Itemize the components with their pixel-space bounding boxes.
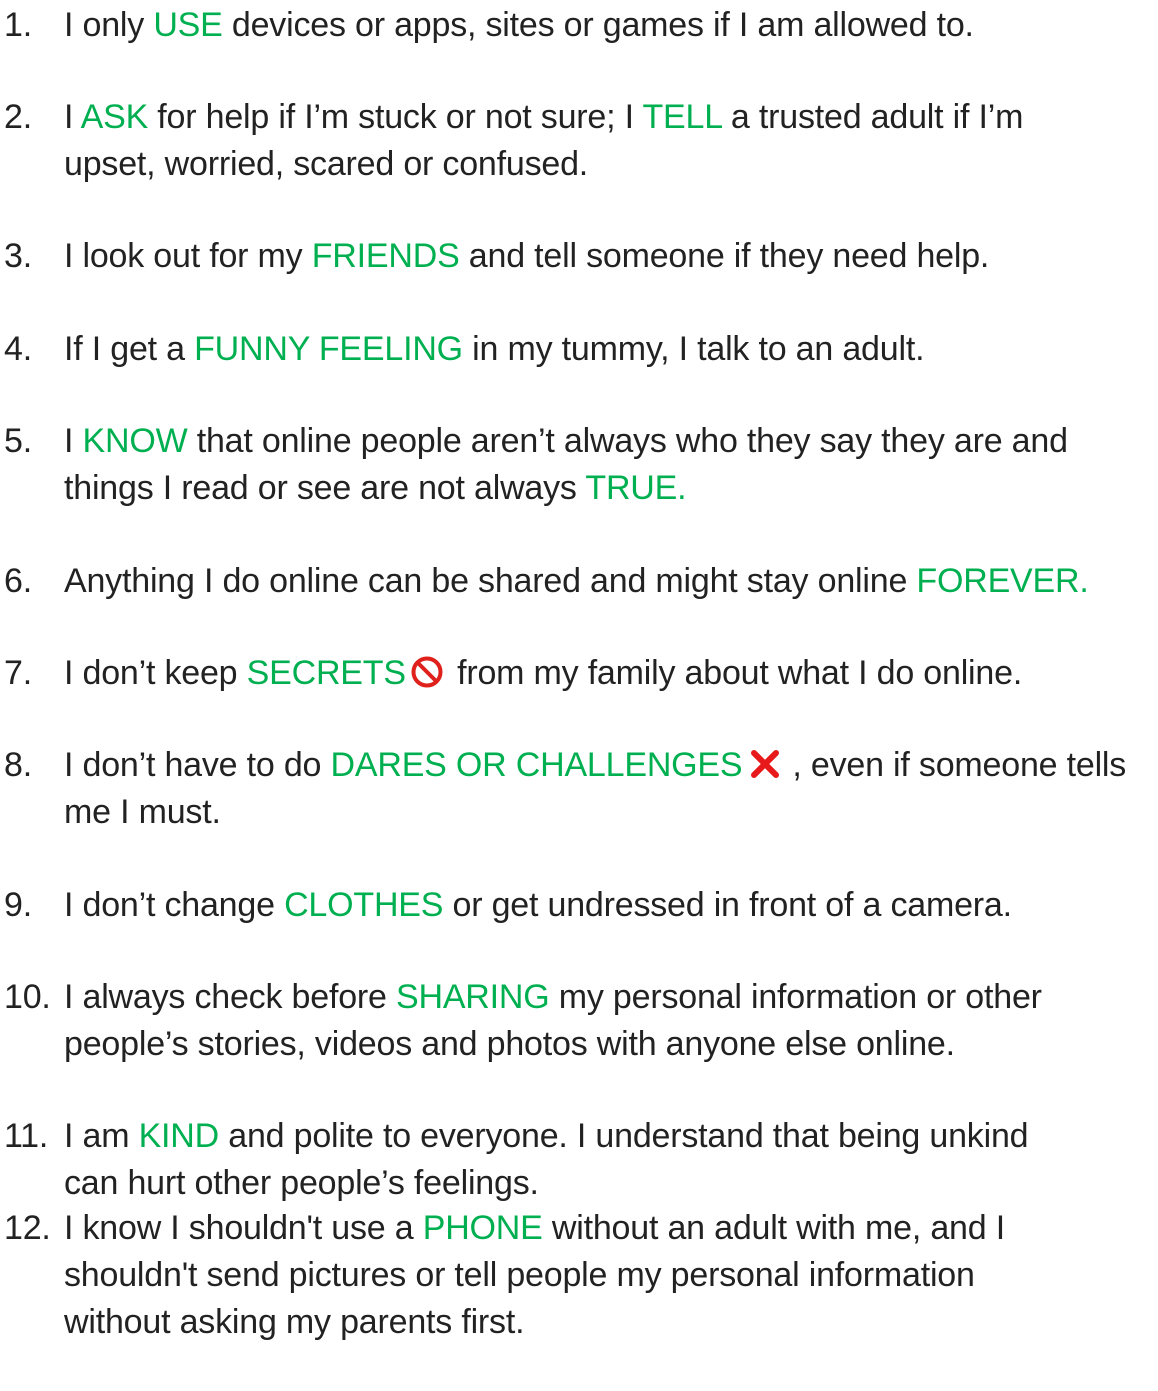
rule-text-segment: I don’t have to do [64, 746, 331, 784]
rule-number: 3. [4, 237, 32, 275]
rule-number: 5. [4, 422, 32, 460]
rule-number: 6. [4, 562, 32, 600]
rule-text-segment: in my tummy, I talk to an adult. [462, 330, 925, 368]
rule-text-segment: me I must. [64, 793, 221, 831]
rule-number: 4. [4, 330, 32, 368]
rule-text: I KNOW that online people aren’t always … [64, 418, 1154, 512]
cross-mark-icon [748, 747, 782, 781]
highlighted-keyword: SHARING [395, 978, 550, 1016]
rule-text-line: I always check before SHARING my persona… [64, 974, 1154, 1021]
rule-text-line: things I read or see are not always TRUE… [64, 465, 1154, 512]
prohibited-icon [410, 655, 444, 689]
rule-text-segment: from my family about what I do online. [447, 654, 1023, 692]
rule-number: 1. [4, 6, 32, 44]
rule-text-segment: a trusted adult if I’m [721, 98, 1024, 136]
rule-text: Anything I do online can be shared and m… [64, 558, 1154, 605]
highlighted-keyword: SECRETS [246, 654, 406, 692]
rule-text-segment: devices or apps, sites or games if I am … [222, 6, 974, 44]
highlighted-keyword: CLOTHES [284, 886, 444, 924]
rule-text-line: Anything I do online can be shared and m… [64, 558, 1154, 605]
highlighted-keyword: FOREVER. [916, 562, 1089, 600]
rule-number: 10. [4, 978, 51, 1016]
highlighted-keyword: ASK [80, 98, 149, 136]
highlighted-keyword: FUNNY FEELING [194, 330, 463, 368]
highlighted-keyword: KIND [138, 1117, 220, 1155]
rule-text: I only USE devices or apps, sites or gam… [64, 2, 1154, 49]
highlighted-keyword: DARES OR CHALLENGES [330, 746, 743, 784]
rule-text-segment: I don’t change [64, 886, 285, 924]
rule-text-line: I KNOW that online people aren’t always … [64, 418, 1154, 465]
highlighted-keyword: PHONE [422, 1209, 543, 1247]
rule-text-segment: my personal information or other [549, 978, 1042, 1016]
rule-text-segment: people’s stories, videos and photos with… [64, 1025, 955, 1063]
rule-text-segment: can hurt other people’s feelings. [64, 1164, 539, 1202]
rule-text-segment: Anything I do online can be shared and m… [64, 562, 917, 600]
rule-text-segment: upset, worried, scared or confused. [64, 145, 589, 183]
rule-text: If I get a FUNNY FEELING in my tummy, I … [64, 326, 1154, 373]
rule-text-segment: shouldn't send pictures or tell people m… [64, 1256, 975, 1294]
rule-text-segment: If I get a [64, 330, 195, 368]
rule-text-line: upset, worried, scared or confused. [64, 141, 1154, 188]
highlighted-keyword: KNOW [82, 422, 188, 460]
rule-text-line: I don’t keep SECRETS from my family abou… [64, 650, 1154, 697]
rule-text-line: shouldn't send pictures or tell people m… [64, 1252, 1154, 1299]
rule-text-line: I only USE devices or apps, sites or gam… [64, 2, 1154, 49]
highlighted-keyword: TELL [642, 98, 722, 136]
rule-text-segment: without an adult with me, and I [542, 1209, 1005, 1247]
rule-text-line: I know I shouldn't use a PHONE without a… [64, 1205, 1154, 1252]
rule-text-segment: I am [64, 1117, 139, 1155]
rule-text: I don’t have to do DARES OR CHALLENGES , … [64, 742, 1154, 836]
rule-text-line: people’s stories, videos and photos with… [64, 1021, 1154, 1068]
highlighted-keyword: TRUE. [585, 469, 687, 507]
rule-text-segment: I [64, 422, 83, 460]
rule-text-segment: that online people aren’t always who the… [187, 422, 1068, 460]
highlighted-keyword: FRIENDS [311, 237, 460, 275]
rule-text-segment: I don’t keep [64, 654, 247, 692]
rule-text-line: without asking my parents first. [64, 1299, 1154, 1346]
rule-number: 11. [4, 1117, 49, 1155]
rule-text-segment: for help if I’m stuck or not sure; I [148, 98, 643, 136]
rule-text-segment: and tell someone if they need help. [459, 237, 990, 275]
rule-text-segment: and polite to everyone. I understand tha… [219, 1117, 1029, 1155]
rule-text: I always check before SHARING my persona… [64, 974, 1154, 1068]
rule-text-segment: without asking my parents first. [64, 1303, 525, 1341]
rule-text-segment: , even if someone tells [792, 746, 1127, 784]
rule-number: 9. [4, 886, 32, 924]
rule-text: I am KIND and polite to everyone. I unde… [64, 1113, 1154, 1207]
rule-text-line: I look out for my FRIENDS and tell someo… [64, 233, 1154, 280]
rule-text-segment: or get undressed in front of a camera. [443, 886, 1012, 924]
rule-number: 2. [4, 98, 32, 136]
rule-number: 12. [4, 1209, 51, 1247]
rule-text-line: me I must. [64, 789, 1154, 836]
rule-text-line: can hurt other people’s feelings. [64, 1160, 1154, 1207]
highlighted-keyword: USE [153, 6, 223, 44]
rule-text-segment: I always check before [64, 978, 396, 1016]
rule-text: I don’t keep SECRETS from my family abou… [64, 650, 1154, 697]
rule-text-segment: I [64, 98, 81, 136]
rule-text-segment: things I read or see are not always [64, 469, 586, 507]
rule-text: I ASK for help if I’m stuck or not sure;… [64, 94, 1154, 188]
rule-text-line: I ASK for help if I’m stuck or not sure;… [64, 94, 1154, 141]
rule-text: I look out for my FRIENDS and tell someo… [64, 233, 1154, 280]
rule-text: I don’t change CLOTHES or get undressed … [64, 882, 1154, 929]
rule-text-segment: I only [64, 6, 154, 44]
rule-text-line: I am KIND and polite to everyone. I unde… [64, 1113, 1154, 1160]
rule-text-line: If I get a FUNNY FEELING in my tummy, I … [64, 326, 1154, 373]
rule-text-line: I don’t have to do DARES OR CHALLENGES , … [64, 742, 1154, 789]
rule-number: 8. [4, 746, 32, 784]
rule-text-segment: I look out for my [64, 237, 312, 275]
rule-text-line: I don’t change CLOTHES or get undressed … [64, 882, 1154, 929]
rule-text-segment: I know I shouldn't use a [64, 1209, 423, 1247]
rule-number: 7. [4, 654, 32, 692]
rule-text: I know I shouldn't use a PHONE without a… [64, 1205, 1154, 1346]
